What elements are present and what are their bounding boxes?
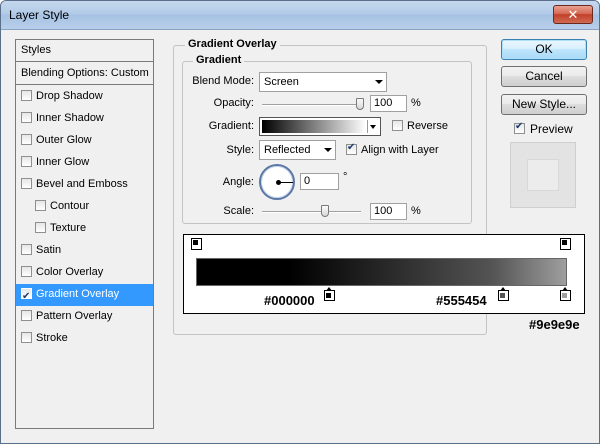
style-item-checkbox[interactable]	[21, 90, 32, 101]
gradient-swatch[interactable]	[262, 120, 366, 133]
ok-button[interactable]: OK	[501, 39, 587, 60]
style-item-checkbox[interactable]	[35, 222, 46, 233]
style-item-satin[interactable]: Satin	[16, 240, 153, 262]
layer-style-dialog: Layer Style ✕ Styles Blending Options: C…	[0, 0, 600, 444]
style-item-texture[interactable]: Texture	[16, 218, 153, 240]
opacity-label: Opacity:	[213, 97, 254, 109]
style-preview-swatch	[527, 159, 559, 191]
style-item-stroke[interactable]: Stroke	[16, 328, 153, 350]
gradient-label: Gradient:	[208, 120, 254, 132]
close-button[interactable]: ✕	[553, 5, 593, 24]
reverse-checkbox[interactable]	[392, 120, 403, 131]
angle-unit: °	[343, 171, 348, 183]
style-item-checkbox[interactable]	[21, 244, 32, 255]
style-preview	[510, 142, 576, 208]
reverse-label: Reverse	[407, 120, 448, 132]
style-item-label: Gradient Overlay	[36, 288, 120, 300]
angle-input[interactable]: 0	[300, 173, 339, 190]
angle-center-dot	[276, 180, 281, 185]
styles-list: Styles Blending Options: Custom Drop Sha…	[15, 39, 154, 429]
style-item-inner-shadow[interactable]: Inner Shadow	[16, 108, 153, 130]
color-stop[interactable]	[498, 287, 509, 301]
style-item-label: Inner Shadow	[36, 112, 104, 124]
style-item-label: Drop Shadow	[36, 90, 103, 102]
style-item-pattern-overlay[interactable]: Pattern Overlay	[16, 306, 153, 328]
scale-unit: %	[411, 205, 421, 217]
opacity-input[interactable]: 100	[370, 95, 407, 112]
align-with-layer-label: Align with Layer	[361, 144, 439, 156]
opacity-stop-right[interactable]	[560, 238, 571, 252]
cancel-button[interactable]: Cancel	[501, 66, 587, 87]
style-item-checkbox[interactable]	[21, 178, 32, 189]
style-item-checkbox[interactable]	[21, 156, 32, 167]
scale-label: Scale:	[223, 205, 254, 217]
style-label: Style:	[226, 144, 254, 156]
style-item-label: Inner Glow	[36, 156, 90, 168]
blend-mode-value: Screen	[264, 76, 299, 88]
gradient-subgroup-title: Gradient	[193, 54, 245, 66]
style-item-checkbox[interactable]	[21, 112, 32, 123]
style-item-color-overlay[interactable]: Color Overlay	[16, 262, 153, 284]
style-item-inner-glow[interactable]: Inner Glow	[16, 152, 153, 174]
style-item-checkbox[interactable]	[21, 310, 32, 321]
style-item-checkbox[interactable]	[21, 134, 32, 145]
scale-slider-thumb[interactable]	[320, 205, 329, 217]
style-select[interactable]: Reflected	[259, 140, 336, 160]
style-item-outer-glow[interactable]: Outer Glow	[16, 130, 153, 152]
new-style-button[interactable]: New Style...	[501, 94, 587, 115]
angle-label: Angle:	[222, 176, 254, 188]
preview-checkbox[interactable]	[514, 121, 525, 134]
gradient-editor: #000000 #555454 #9e9e9e	[183, 234, 585, 332]
style-item-drop-shadow[interactable]: Drop Shadow	[16, 86, 153, 108]
title-bar: Layer Style ✕	[1, 1, 599, 30]
style-item-label: Color Overlay	[36, 266, 104, 278]
scale-slider[interactable]	[262, 211, 361, 213]
color-stop-label: #555454	[436, 293, 487, 308]
window-title: Layer Style	[9, 8, 70, 22]
blend-mode-select[interactable]: Screen	[259, 72, 387, 92]
opacity-unit: %	[411, 97, 421, 109]
style-item-label: Pattern Overlay	[36, 310, 113, 322]
opacity-stop-left[interactable]	[191, 238, 202, 252]
style-item-gradient-overlay[interactable]: Gradient Overlay	[16, 284, 153, 307]
style-item-label: Stroke	[36, 332, 68, 344]
style-item-bevel-and-emboss[interactable]: Bevel and Emboss	[16, 174, 153, 196]
preview-label: Preview	[530, 122, 573, 136]
style-item-label: Satin	[36, 244, 62, 256]
styles-header[interactable]: Styles	[16, 40, 153, 62]
gradient-bar[interactable]	[196, 258, 567, 286]
style-item-contour[interactable]: Contour	[16, 196, 153, 218]
blend-mode-label: Blend Mode:	[192, 75, 254, 87]
style-item-checkbox[interactable]	[21, 266, 32, 277]
opacity-slider[interactable]	[262, 104, 364, 106]
opacity-slider-thumb[interactable]	[356, 98, 364, 110]
style-value: Reflected	[264, 144, 311, 156]
color-stop[interactable]	[560, 287, 571, 301]
chevron-down-icon	[324, 148, 332, 152]
color-stop-label: #9e9e9e	[529, 317, 580, 332]
style-item-label: Contour	[50, 200, 90, 212]
chevron-down-icon[interactable]	[367, 120, 378, 133]
blending-options-item[interactable]: Blending Options: Custom	[16, 63, 153, 85]
color-stop-label: #000000	[264, 293, 315, 308]
gradient-overlay-title: Gradient Overlay	[185, 38, 280, 50]
style-item-label: Texture	[50, 222, 87, 234]
scale-input[interactable]: 100	[370, 203, 407, 220]
style-item-label: Bevel and Emboss	[36, 178, 128, 190]
chevron-down-icon	[375, 80, 383, 84]
align-with-layer-checkbox[interactable]	[346, 142, 357, 155]
style-item-checkbox[interactable]	[21, 332, 32, 343]
style-item-checkbox[interactable]	[35, 200, 46, 211]
style-item-checkbox[interactable]	[21, 286, 32, 307]
style-item-label: Outer Glow	[36, 134, 92, 146]
gradient-picker[interactable]	[259, 117, 381, 136]
dialog-body: Styles Blending Options: Custom Drop Sha…	[2, 31, 598, 443]
angle-dial[interactable]	[259, 164, 295, 200]
color-stop[interactable]	[324, 287, 335, 301]
